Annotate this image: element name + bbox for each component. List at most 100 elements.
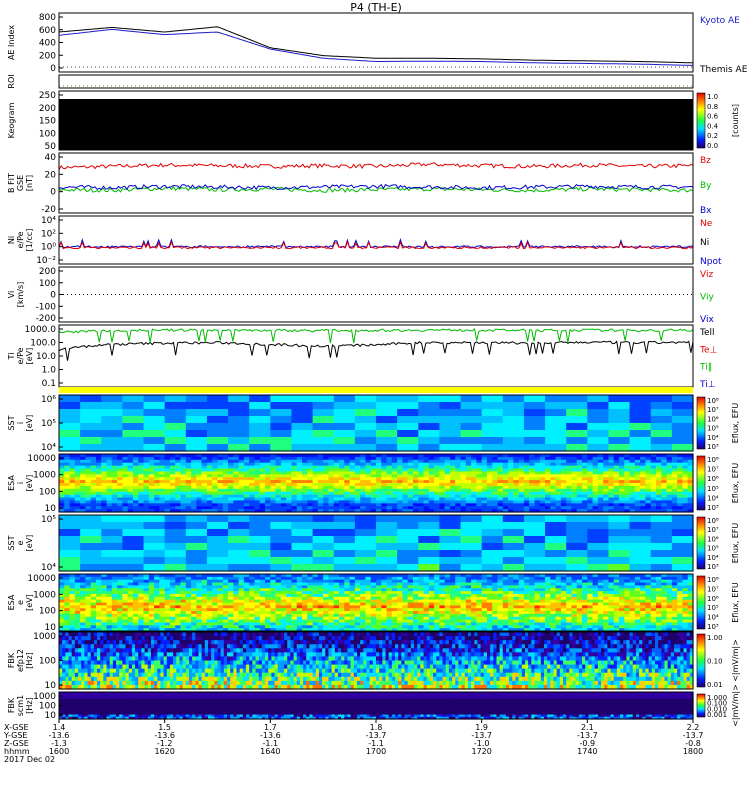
spectro-cell	[101, 557, 123, 565]
spectro-cell	[312, 550, 335, 558]
spectro-cell	[566, 543, 588, 551]
line-themis-ae	[58, 26, 693, 64]
spectro-cell	[376, 416, 398, 424]
y-tick-label: 40	[45, 153, 57, 163]
spectro-cell	[270, 536, 293, 544]
spectro-cell	[587, 395, 610, 403]
spectro-cell	[206, 444, 229, 452]
spectro-cell	[418, 416, 440, 424]
spectro-cell	[270, 529, 293, 537]
spectro-cell	[481, 437, 504, 445]
colorbar-tick-label: 10⁷	[707, 406, 719, 414]
spectro-cell	[566, 522, 588, 530]
spectro-cell	[312, 423, 335, 431]
spectro-cell	[101, 423, 123, 431]
spectro-cell	[650, 423, 673, 431]
spectro-cell	[228, 564, 250, 572]
colorbar-label: Eflux, EFU	[731, 523, 740, 564]
line-ti-	[58, 328, 694, 344]
spectro-cell	[185, 536, 208, 544]
spectro-cell	[312, 543, 335, 551]
spectro-cell	[671, 437, 694, 445]
spectro-cell	[185, 430, 208, 438]
spectro-cell	[122, 437, 145, 445]
y-axis-label: SST	[7, 535, 16, 550]
spectro-cell	[228, 430, 250, 438]
spectro-cell	[80, 550, 102, 558]
legend-label: Ti‖	[699, 363, 712, 373]
spectro-cell	[608, 536, 631, 544]
y-axis-label: AE Index	[7, 25, 16, 60]
spectro-cell	[545, 402, 567, 410]
spectro-cell	[164, 395, 187, 403]
colorbar-tick-label: 10⁴	[707, 434, 719, 442]
spectro-cell	[312, 522, 335, 530]
spectro-cell	[228, 423, 250, 431]
spectro-cell	[228, 409, 250, 417]
spectro-cell	[80, 430, 102, 438]
spectro-cell	[439, 557, 462, 565]
spectro-cell	[650, 444, 673, 452]
spectro-cell	[228, 437, 250, 445]
y-axis-label: i	[16, 422, 25, 424]
spectro-cell	[249, 402, 271, 410]
spectro-cell	[523, 522, 546, 530]
spectro-cell	[80, 536, 102, 544]
spectro-cell	[164, 557, 187, 565]
spectro-cell	[206, 423, 229, 431]
spectro-cell	[354, 444, 377, 452]
spectro-cell	[143, 550, 166, 558]
spectro-cell	[545, 416, 567, 424]
spectro-cell	[185, 437, 208, 445]
spectro-cell	[629, 395, 652, 403]
colorbar-label: [counts]	[731, 104, 740, 137]
spectro-cell	[629, 409, 652, 417]
spectro-cell	[206, 409, 229, 417]
spectro-cell	[397, 395, 419, 403]
spectro-cell	[228, 543, 250, 551]
spectro-cell	[59, 543, 81, 551]
y-tick-label: 0	[50, 188, 56, 198]
spectro-cell	[354, 430, 377, 438]
y-tick-label: 0	[50, 291, 56, 301]
spectro-cell	[185, 402, 208, 410]
spectro-cell	[164, 430, 187, 438]
spectro-cell	[80, 557, 102, 565]
y-tick-label: 10⁵	[41, 419, 56, 429]
spectro-cell	[333, 437, 356, 445]
spectro-cell	[629, 557, 652, 565]
spectro-cell	[312, 409, 335, 417]
y-tick-label: 800	[39, 13, 56, 23]
spectro-cell	[629, 515, 652, 523]
spectro-cell	[101, 395, 123, 403]
spectro-cell	[206, 395, 229, 403]
spectro-cell	[460, 395, 483, 403]
spectro-cell	[608, 515, 631, 523]
spectro-cell	[397, 557, 419, 565]
spectro-cell	[481, 522, 504, 530]
spectro-cell	[249, 444, 271, 452]
colorbar-tick-label: 10⁸	[707, 397, 719, 405]
spectro-cell	[143, 515, 166, 523]
spectro-cell	[460, 522, 483, 530]
spectro-cell	[80, 529, 102, 537]
spectro-cell	[228, 416, 250, 424]
spectro-cell	[502, 437, 525, 445]
spectro-cell	[439, 529, 462, 537]
y-axis-label: B FIT	[7, 173, 16, 193]
panel-sst_i: 10⁶10⁵10⁴SST i [eV]10⁸10⁷10⁶10⁵10⁴10³Eflux…	[7, 387, 740, 453]
spectro-cell	[460, 444, 483, 452]
spectro-cell	[650, 543, 673, 551]
spectro-cell	[566, 536, 588, 544]
spectro-cell	[481, 444, 504, 452]
spectrogram-esa_i	[59, 454, 694, 513]
spectro-cell	[228, 550, 250, 558]
spectro-cell	[629, 423, 652, 431]
spectro-cell	[545, 515, 567, 523]
spectro-cell	[185, 550, 208, 558]
spectro-cell	[671, 543, 694, 551]
y-tick-label: 10⁵	[41, 515, 56, 525]
spectro-cell	[439, 444, 462, 452]
spectro-cell	[333, 522, 356, 530]
spectro-cell	[671, 515, 694, 523]
